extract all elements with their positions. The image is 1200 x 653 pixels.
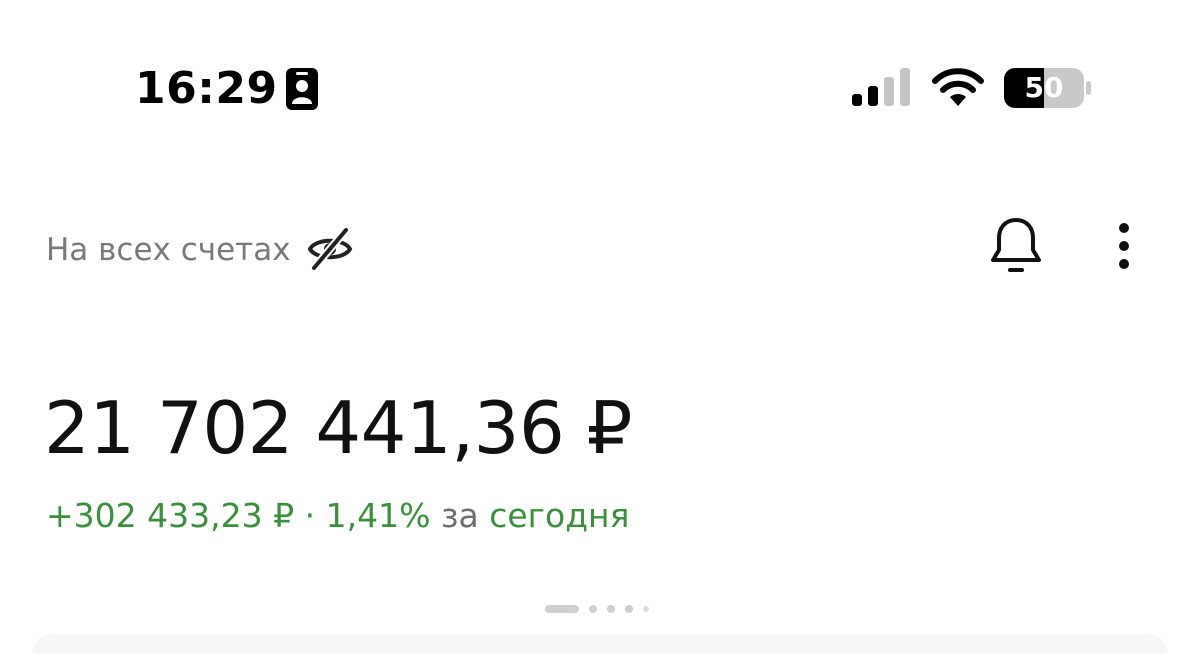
accounts-title: На всех счетах: [46, 232, 291, 268]
status-bar: 16:29 50: [0, 0, 1200, 130]
focus-person-icon: [286, 68, 318, 110]
change-amount: +302 433,23 ₽: [46, 496, 295, 535]
battery-level: 50: [1024, 71, 1064, 104]
app-screen: 16:29 50 На всех счетах 21 702 441,36 ₽ …: [0, 0, 1200, 653]
status-time: 16:29: [135, 63, 278, 114]
page-dot-active[interactable]: [545, 605, 579, 613]
bottom-sheet-edge: [32, 634, 1168, 653]
more-vertical-icon[interactable]: [1104, 216, 1144, 276]
cellular-signal-icon: [852, 68, 910, 106]
change-separator: ·: [304, 496, 316, 535]
daily-change: +302 433,23 ₽ · 1,41% за сегодня: [46, 492, 629, 540]
page-dot[interactable]: [643, 606, 649, 612]
page-dot[interactable]: [625, 605, 633, 613]
page-dot[interactable]: [589, 605, 597, 613]
page-indicator[interactable]: [545, 604, 649, 614]
eye-off-icon[interactable]: [306, 226, 354, 272]
change-period: сегодня: [489, 496, 630, 535]
total-balance: 21 702 441,36 ₽: [44, 386, 632, 470]
wifi-icon: [932, 68, 984, 106]
change-percent: 1,41%: [325, 496, 431, 535]
change-period-prefix: за: [440, 496, 479, 535]
page-dot[interactable]: [607, 605, 615, 613]
bell-icon[interactable]: [986, 214, 1046, 278]
